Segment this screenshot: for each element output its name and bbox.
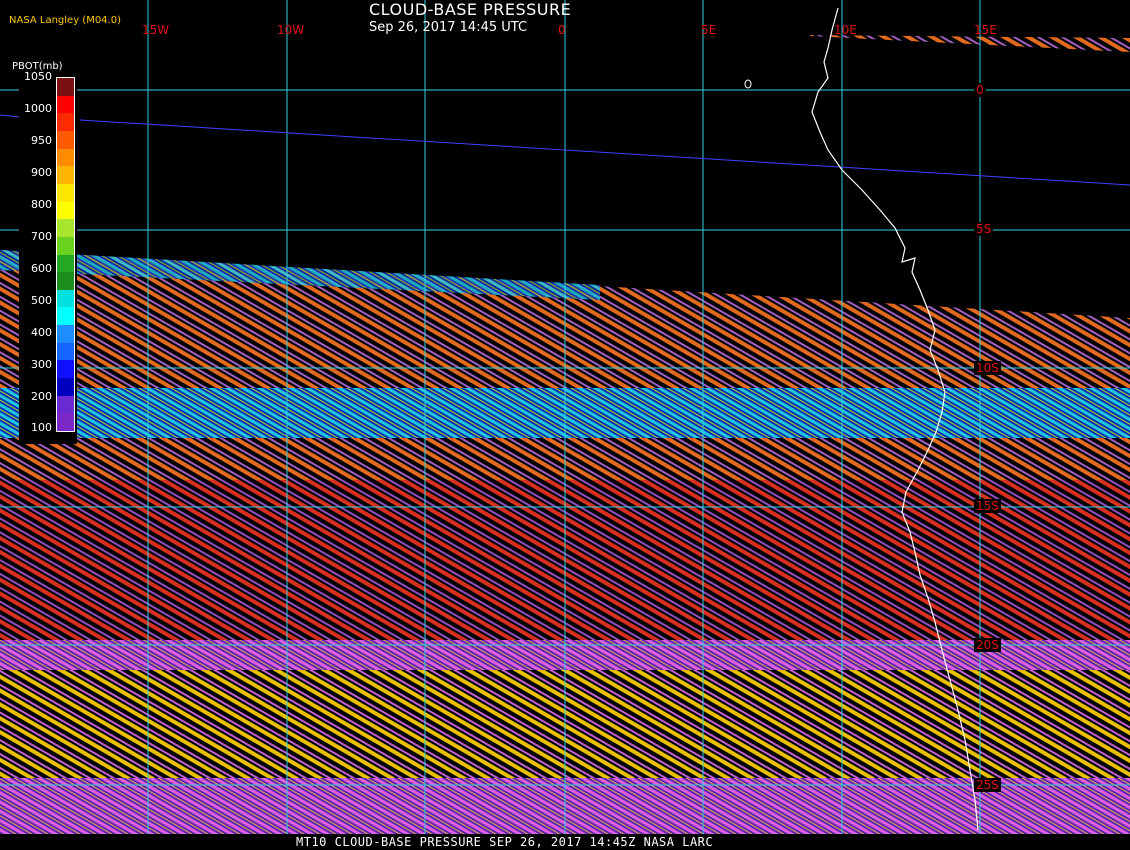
- map-title: CLOUD-BASE PRESSURE: [369, 0, 572, 19]
- legend-swatch: [57, 307, 74, 326]
- legend-tick-label: 800: [31, 198, 52, 211]
- legend-swatch: [57, 342, 74, 361]
- legend-swatch: [57, 130, 74, 149]
- longitude-label: 10W: [277, 23, 305, 37]
- legend-swatch: [57, 183, 74, 202]
- latitude-label: 15S: [974, 499, 1001, 513]
- legend-swatch: [57, 148, 74, 167]
- legend-swatch: [57, 201, 74, 220]
- color-legend: PBOT(mb) 1050 1000 950 900 800 700 600 500 400 30…: [12, 60, 77, 444]
- latitude-label: 20S: [974, 638, 1001, 652]
- producer-label: NASA Langley (M04.0): [9, 15, 121, 26]
- map-timestamp: Sep 26, 2017 14:45 UTC: [369, 20, 528, 35]
- legend-swatch: [57, 166, 74, 185]
- legend-tick-label: 1050: [24, 70, 52, 83]
- legend-tick-label: 500: [31, 294, 52, 307]
- legend-tick-label: 950: [31, 134, 52, 147]
- legend-swatch: [57, 272, 74, 291]
- legend-tick-label: 1000: [24, 102, 52, 115]
- latitude-label: 0: [974, 83, 986, 97]
- legend-tick-label: 100: [31, 421, 52, 434]
- legend-tick-label: 400: [31, 326, 52, 339]
- legend-tick-label: 600: [31, 262, 52, 275]
- legend-color-bar: [56, 77, 75, 432]
- legend-tick-label: 300: [31, 358, 52, 371]
- legend-swatch: [57, 378, 74, 397]
- legend-tick-label: 200: [31, 390, 52, 403]
- longitude-label: 10E: [834, 23, 857, 37]
- scan-boundary-line: [79, 119, 1130, 186]
- latitude-label: 10S: [974, 361, 1001, 375]
- legend-tick-label: 700: [31, 230, 52, 243]
- legend-swatch: [57, 325, 74, 344]
- latitude-label: 5S: [974, 222, 994, 236]
- legend-swatch: [57, 219, 74, 238]
- cloud-band-top-right: [810, 35, 1130, 52]
- island-outline: [744, 79, 752, 89]
- legend-swatch: [57, 413, 74, 432]
- longitude-label: 15E: [974, 23, 997, 37]
- legend-swatch: [57, 78, 74, 97]
- legend-tick-label: 900: [31, 166, 52, 179]
- legend-swatch: [57, 254, 74, 273]
- footer-bar: MT10 CLOUD-BASE PRESSURE SEP 26, 2017 14…: [0, 834, 1130, 850]
- legend-swatch: [57, 95, 74, 114]
- legend-swatch: [57, 360, 74, 379]
- footer-caption: MT10 CLOUD-BASE PRESSURE SEP 26, 2017 14…: [296, 835, 714, 849]
- longitude-label: 5E: [701, 23, 717, 37]
- legend-swatch: [57, 289, 74, 308]
- longitude-label: 0: [558, 23, 566, 37]
- map-view: { "header": { "title": "CLOUD-BASE PRESS…: [0, 0, 1130, 850]
- legend-swatch: [57, 113, 74, 132]
- latitude-label: 25S: [974, 778, 1001, 792]
- legend-swatch: [57, 395, 74, 414]
- satellite-map: [0, 0, 1130, 834]
- longitude-label: 15W: [142, 23, 170, 37]
- legend-swatch: [57, 236, 74, 255]
